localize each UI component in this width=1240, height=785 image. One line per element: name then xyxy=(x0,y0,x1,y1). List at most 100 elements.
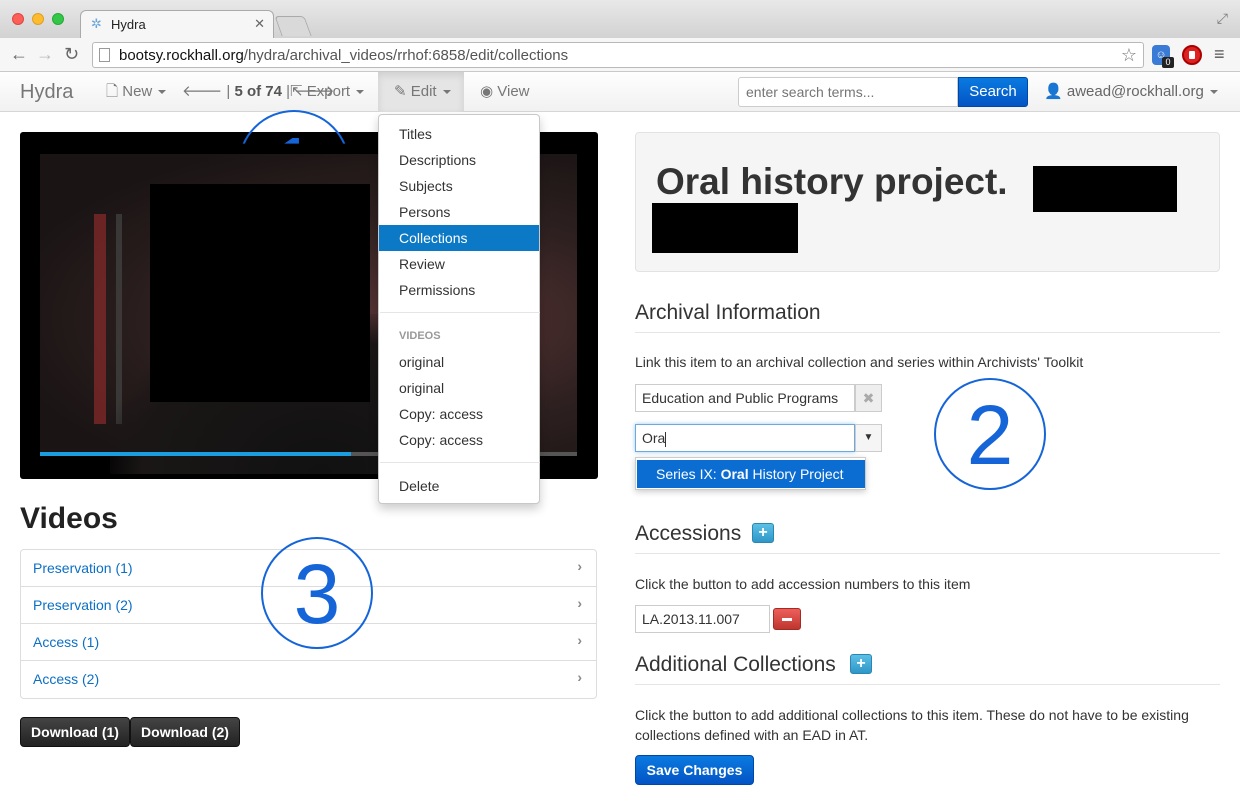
add-accession-button[interactable]: + xyxy=(752,523,774,543)
close-window-button[interactable] xyxy=(12,13,24,25)
menu-item-video-original[interactable]: original xyxy=(379,375,539,401)
series-input-value: Ora xyxy=(642,430,666,446)
menu-item-titles[interactable]: Titles xyxy=(379,121,539,147)
download-2-button[interactable]: Download (2) xyxy=(130,717,240,747)
menu-item-collections[interactable]: Collections xyxy=(379,225,539,251)
previous-arrow-icon[interactable]: 🡐 xyxy=(182,83,222,100)
forward-arrow-icon[interactable]: → xyxy=(36,43,54,65)
menu-item-video-access[interactable]: Copy: access xyxy=(379,401,539,427)
video-link[interactable]: Access (2) xyxy=(33,671,99,687)
divider xyxy=(635,332,1220,333)
new-label: New xyxy=(122,83,153,100)
autocomplete-menu: Series IX: Oral History Project xyxy=(635,457,866,490)
chevron-right-icon: › xyxy=(577,558,582,574)
redaction-box xyxy=(1033,166,1177,212)
video-link[interactable]: Preservation (1) xyxy=(33,560,133,576)
brand-link[interactable]: Hydra xyxy=(20,81,73,104)
chevron-right-icon: › xyxy=(577,632,582,648)
text-caret xyxy=(665,431,667,447)
divider xyxy=(635,684,1220,685)
chevron-right-icon: › xyxy=(577,669,582,685)
divider xyxy=(635,553,1220,554)
annotation-2: 2 xyxy=(934,378,1046,490)
close-tab-icon[interactable]: ✕ xyxy=(254,16,265,32)
user-menu[interactable]: 👤 awead@rockhall.org xyxy=(1044,72,1218,112)
menu-item-subjects[interactable]: Subjects xyxy=(379,173,539,199)
export-label: Export xyxy=(306,83,351,100)
download-1-button[interactable]: Download (1) xyxy=(20,717,130,747)
menu-item-video-original[interactable]: original xyxy=(379,349,539,375)
pager-count: 5 of 74 xyxy=(234,83,282,100)
browser-tab[interactable]: ✲ Hydra ✕ xyxy=(80,10,274,38)
accessions-help-text: Click the button to add accession number… xyxy=(635,576,971,592)
add-collection-button[interactable]: + xyxy=(850,654,872,674)
caret-down-icon xyxy=(356,90,365,95)
menu-divider xyxy=(380,462,540,463)
reload-icon[interactable]: ↻ xyxy=(64,43,79,65)
archival-heading: Archival Information xyxy=(635,301,821,324)
menu-item-persons[interactable]: Persons xyxy=(379,199,539,225)
hydra-favicon-icon: ✲ xyxy=(91,16,102,31)
pencil-icon: ✎ xyxy=(394,83,407,100)
remove-accession-button[interactable] xyxy=(773,608,801,630)
title-well: Oral history project. xyxy=(635,132,1220,272)
tab-title: Hydra xyxy=(111,17,146,32)
app-navbar: Hydra 🗋 New 🡐 | 5 of 74 | 🡒 ⇱ Export ✎ E… xyxy=(0,72,1240,112)
accession-number-field[interactable]: LA.2013.11.007 xyxy=(635,605,770,633)
collection-field[interactable]: Education and Public Programs xyxy=(635,384,855,412)
new-tab-button[interactable] xyxy=(274,16,312,36)
caret-down-icon xyxy=(158,90,167,95)
zoom-window-button[interactable] xyxy=(52,13,64,25)
accessions-heading: Accessions xyxy=(635,522,742,545)
redaction-box xyxy=(150,184,370,402)
minimize-window-button[interactable] xyxy=(32,13,44,25)
video-link[interactable]: Preservation (2) xyxy=(33,597,133,613)
edit-menu[interactable]: ✎ Edit xyxy=(378,72,464,112)
caret-down-icon xyxy=(442,90,451,95)
browser-toolbar: ← → ↻ bootsy.rockhall.org/hydra/archival… xyxy=(0,38,1240,72)
series-input[interactable]: Ora xyxy=(635,424,855,452)
bookmark-star-icon[interactable]: ☆ xyxy=(1121,45,1137,66)
video-link[interactable]: Access (1) xyxy=(33,634,99,650)
menu-item-descriptions[interactable]: Descriptions xyxy=(379,147,539,173)
menu-divider xyxy=(380,312,540,313)
back-arrow-icon[interactable]: ← xyxy=(10,43,28,65)
clear-collection-button[interactable]: ✖ xyxy=(855,384,882,412)
extension-badge: 0 xyxy=(1162,57,1174,68)
save-changes-button[interactable]: Save Changes xyxy=(635,755,754,785)
fullscreen-icon[interactable]: ⤢ xyxy=(1217,10,1228,27)
series-dropdown-toggle[interactable]: ▼ xyxy=(855,424,882,452)
search-input[interactable] xyxy=(738,77,958,107)
video-progress-fill xyxy=(40,452,352,456)
menu-item-video-access[interactable]: Copy: access xyxy=(379,427,539,453)
view-link[interactable]: ◉ View xyxy=(480,72,530,112)
list-item[interactable]: Access (2) › xyxy=(21,661,596,698)
user-email: awead@rockhall.org xyxy=(1066,83,1204,100)
annotation-3: 3 xyxy=(261,537,373,649)
videos-heading: Videos xyxy=(20,502,118,535)
edit-label: Edit xyxy=(410,83,437,100)
eye-icon: ◉ xyxy=(480,83,494,100)
menu-item-delete[interactable]: Delete xyxy=(379,473,539,499)
autocomplete-suggestion[interactable]: Series IX: Oral History Project xyxy=(637,460,865,488)
page-icon xyxy=(99,48,110,62)
caret-down-icon xyxy=(1209,90,1218,95)
view-label: View xyxy=(497,83,530,100)
redaction-box xyxy=(652,203,798,253)
url-text: bootsy.rockhall.org/hydra/archival_video… xyxy=(119,47,569,64)
search-button[interactable]: Search xyxy=(958,77,1028,107)
additional-help-text: Click the button to add additional colle… xyxy=(635,707,1189,743)
address-bar[interactable]: bootsy.rockhall.org/hydra/archival_video… xyxy=(92,42,1144,68)
hamburger-menu-icon[interactable]: ≡ xyxy=(1214,44,1225,65)
menu-item-permissions[interactable]: Permissions xyxy=(379,277,539,303)
export-menu[interactable]: ⇱ Export xyxy=(290,72,365,112)
new-menu[interactable]: 🗋 New xyxy=(106,72,167,112)
page-title: Oral history project. xyxy=(656,161,1008,202)
chevron-right-icon: › xyxy=(577,595,582,611)
export-icon: ⇱ xyxy=(290,83,303,100)
user-icon: 👤 xyxy=(1044,83,1063,100)
menu-item-review[interactable]: Review xyxy=(379,251,539,277)
edit-dropdown-menu: Titles Descriptions Subjects Persons Col… xyxy=(378,114,540,504)
adblock-extension-icon[interactable] xyxy=(1182,45,1202,65)
file-icon: 🗋 xyxy=(106,83,119,100)
